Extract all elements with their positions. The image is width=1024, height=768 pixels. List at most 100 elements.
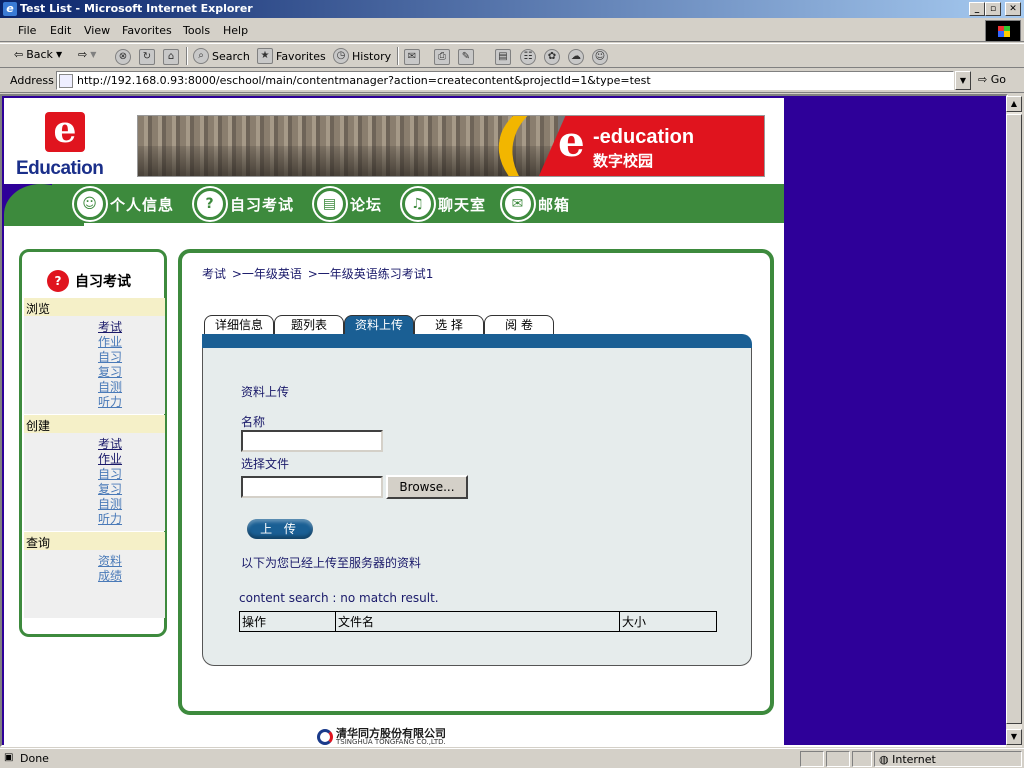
nav-label: 论坛 [350, 195, 383, 214]
sidebar-link-create-review[interactable]: 复习 [98, 482, 122, 497]
forum-icon: ▤ [314, 188, 346, 220]
sidebar-section-bg [24, 550, 165, 618]
toolbar-separator [397, 47, 399, 65]
upload-form: 资料上传 名称 选择文件 Browse... 上 传 以下为您已经上传至服务器的… [202, 348, 752, 666]
uploaded-files-text: 以下为您已经上传至服务器的资料 [241, 556, 422, 570]
address-dropdown-button[interactable]: ▼ [955, 71, 971, 90]
maximize-button[interactable]: ▫ [985, 2, 1001, 16]
menu-view[interactable]: View [84, 24, 110, 37]
menu-edit[interactable]: Edit [50, 24, 71, 37]
tab-details[interactable]: 详细信息 [204, 315, 274, 335]
table-header-row: 操作 文件名 大小 [239, 611, 717, 632]
messenger-icon[interactable]: ☁ [568, 49, 584, 65]
stop-icon[interactable]: ⊗ [115, 49, 131, 65]
sidebar-link-query-scores[interactable]: 成绩 [98, 569, 122, 584]
minimize-button[interactable]: _ [969, 2, 985, 16]
microphone-icon: ♫ [402, 188, 434, 220]
file-label: 选择文件 [241, 457, 290, 471]
browser-viewport: e Education e -education 数字校园 ☺ 个人信息 ? 自习考… [0, 94, 1008, 747]
search-button[interactable]: ⌕ Search [193, 48, 250, 64]
tab-grading[interactable]: 阅 卷 [484, 315, 554, 335]
history-button[interactable]: ◷ History [333, 48, 391, 64]
status-text: Done [20, 752, 49, 765]
favorites-button[interactable]: ★ Favorites [257, 48, 326, 64]
nav-curve-fill [4, 184, 84, 226]
sidebar-link-browse-listening[interactable]: 听力 [98, 395, 122, 410]
breadcrumb-item[interactable]: >一年级英语 [232, 267, 302, 281]
forward-button[interactable]: ⇨ ▼ [78, 48, 96, 61]
status-cell [800, 751, 824, 767]
sidebar-link-browse-review[interactable]: 复习 [98, 365, 122, 380]
sidebar-link-query-materials[interactable]: 资料 [98, 554, 122, 569]
ie-icon: e [3, 2, 17, 16]
menu-tools[interactable]: Tools [183, 24, 210, 37]
nav-item-forum[interactable]: ▤ 论坛 [314, 188, 382, 220]
sidebar-title-label: 自习考试 [75, 274, 131, 290]
uploaded-files-table: 操作 文件名 大小 [239, 611, 717, 632]
sidebar-link-browse-selftest[interactable]: 自测 [98, 380, 122, 395]
sidebar-link-create-study[interactable]: 自习 [98, 467, 122, 482]
menu-file[interactable]: File [18, 24, 36, 37]
sidebar-link-create-homework[interactable]: 作业 [98, 452, 122, 467]
sidebar-link-browse-exam[interactable]: 考试 [98, 320, 122, 335]
media-icon[interactable]: ✿ [544, 49, 560, 65]
tab-select[interactable]: 选 择 [414, 315, 484, 335]
nav-item-exam[interactable]: ? 自习考试 [194, 188, 294, 220]
scroll-down-button[interactable]: ▼ [1006, 729, 1022, 745]
tab-upload[interactable]: 资料上传 [344, 315, 414, 335]
favorites-icon: ★ [257, 48, 273, 64]
sidebar-link-browse-study[interactable]: 自习 [98, 350, 122, 365]
sidebar-link-browse-homework[interactable]: 作业 [98, 335, 122, 350]
upload-button[interactable]: 上 传 [247, 519, 313, 539]
menu-favorites[interactable]: Favorites [122, 24, 172, 37]
form-heading: 资料上传 [241, 385, 290, 399]
menu-help[interactable]: Help [223, 24, 248, 37]
scroll-up-button[interactable]: ▲ [1006, 96, 1022, 112]
refresh-icon[interactable]: ↻ [139, 49, 155, 65]
vertical-scrollbar[interactable]: ▲ ▼ [1006, 96, 1022, 747]
back-label: Back [26, 48, 53, 61]
header-banner: e -education 数字校园 [137, 115, 765, 177]
sidebar-section-browse: 浏览 [24, 298, 165, 316]
sidebar-link-create-listening[interactable]: 听力 [98, 512, 122, 527]
address-url: http://192.168.0.93:8000/eschool/main/co… [77, 74, 651, 87]
browse-button[interactable]: Browse... [386, 475, 468, 499]
go-button[interactable]: ⇨ Go [978, 73, 1006, 86]
home-icon[interactable]: ⌂ [163, 49, 179, 65]
person-icon: ☺ [74, 188, 106, 220]
address-input[interactable]: http://192.168.0.93:8000/eschool/main/co… [56, 71, 954, 90]
edit-icon[interactable]: ✎ [458, 49, 474, 65]
back-button[interactable]: ⇦ Back ▼ [14, 48, 62, 61]
nav-label: 自习考试 [230, 195, 295, 214]
nav-item-chat[interactable]: ♫ 聊天室 [402, 188, 486, 220]
sidebar: ? 自习考试 浏览 考试 作业 自习 复习 自测 听力 创建 考试 作业 自习 复… [19, 249, 167, 637]
toolbar: ⇦ Back ▼ ⇨ ▼ ⊗ ↻ ⌂ ⌕ Search ★ Favorites ◷ Hist… [0, 43, 1024, 68]
print-icon[interactable]: ⎙ [434, 49, 450, 65]
name-input[interactable] [241, 430, 383, 452]
document-icon[interactable]: ▤ [495, 49, 511, 65]
sidebar-title: ? 自习考试 [47, 270, 131, 292]
banner-e: e [558, 117, 585, 166]
main-nav: ☺ 个人信息 ? 自习考试 ▤ 论坛 ♫ 聊天室 ✉ 邮箱 [4, 181, 784, 226]
table-header-cell: 操作 [239, 611, 336, 632]
nav-item-mail[interactable]: ✉ 邮箱 [502, 188, 570, 220]
mail-icon[interactable]: ✉ [404, 49, 420, 65]
sidebar-link-create-exam[interactable]: 考试 [98, 437, 122, 452]
close-button[interactable]: ✕ [1005, 2, 1021, 16]
tab-question-list[interactable]: 题列表 [274, 315, 344, 335]
banner-subtitle: 数字校园 [593, 152, 654, 170]
user-icon[interactable]: ☺ [592, 49, 608, 65]
zone-label: Internet [892, 753, 936, 766]
nav-item-personal[interactable]: ☺ 个人信息 [74, 188, 174, 220]
zone-cell: ◍ Internet [874, 751, 1022, 767]
history-icon: ◷ [333, 48, 349, 64]
discuss-icon[interactable]: ☷ [520, 49, 536, 65]
file-input[interactable] [241, 476, 383, 498]
status-cell [826, 751, 850, 767]
sidebar-link-create-selftest[interactable]: 自测 [98, 497, 122, 512]
breadcrumb-item[interactable]: >一年级英语练习考试1 [308, 267, 434, 281]
go-label: Go [990, 73, 1006, 86]
scroll-thumb[interactable] [1006, 114, 1022, 724]
breadcrumb-item[interactable]: 考试 [202, 267, 226, 281]
chevron-down-icon: ▼ [90, 50, 97, 59]
